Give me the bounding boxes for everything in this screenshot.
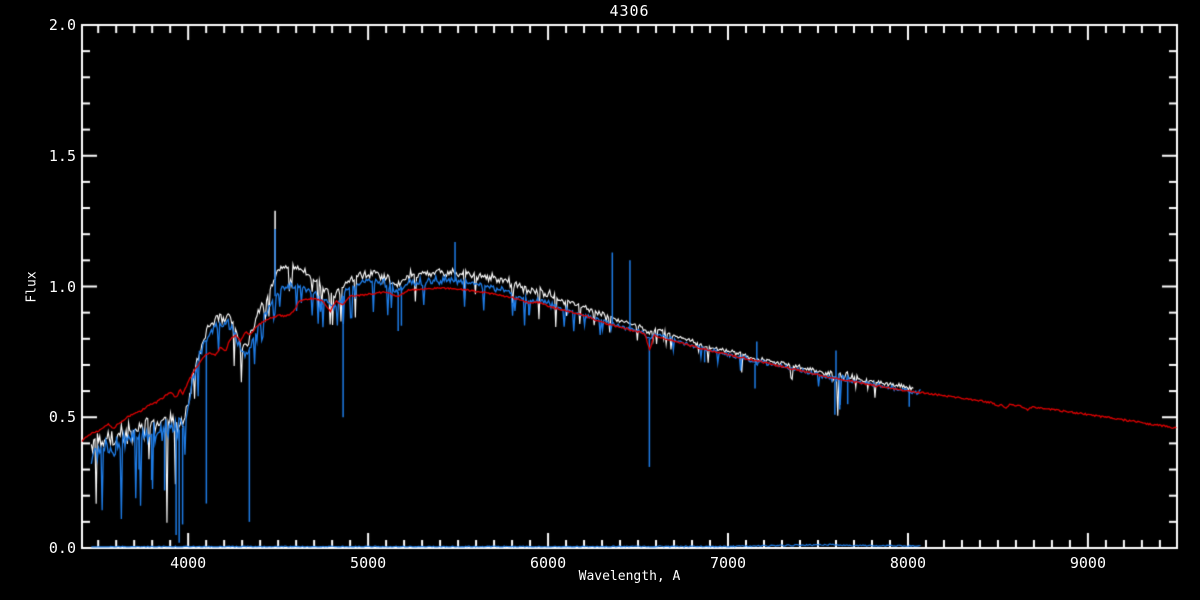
x-tick-label: 6000 [530,554,567,572]
x-tick-label: 7000 [709,554,747,572]
spectrum-plot-canvas [0,0,1200,600]
y-tick-label: 1.0 [48,277,76,296]
y-tick-label: 0.5 [48,408,76,427]
y-tick-label: 0.0 [48,539,76,557]
x-tick-label: 4000 [170,554,207,572]
plot-title: 4306 [609,2,650,20]
y-tick-label: 2.0 [48,16,76,34]
x-tick-label: 5000 [350,554,387,572]
x-tick-label: 9000 [1069,554,1106,572]
spectrum-chart: 4306 Wavelength, A Flux 4000 5000 6000 7000… [0,0,1200,600]
x-tick-label: 8000 [889,554,927,572]
x-axis-label: Wavelength, A [578,569,681,584]
y-tick-label: 1.5 [48,146,76,165]
